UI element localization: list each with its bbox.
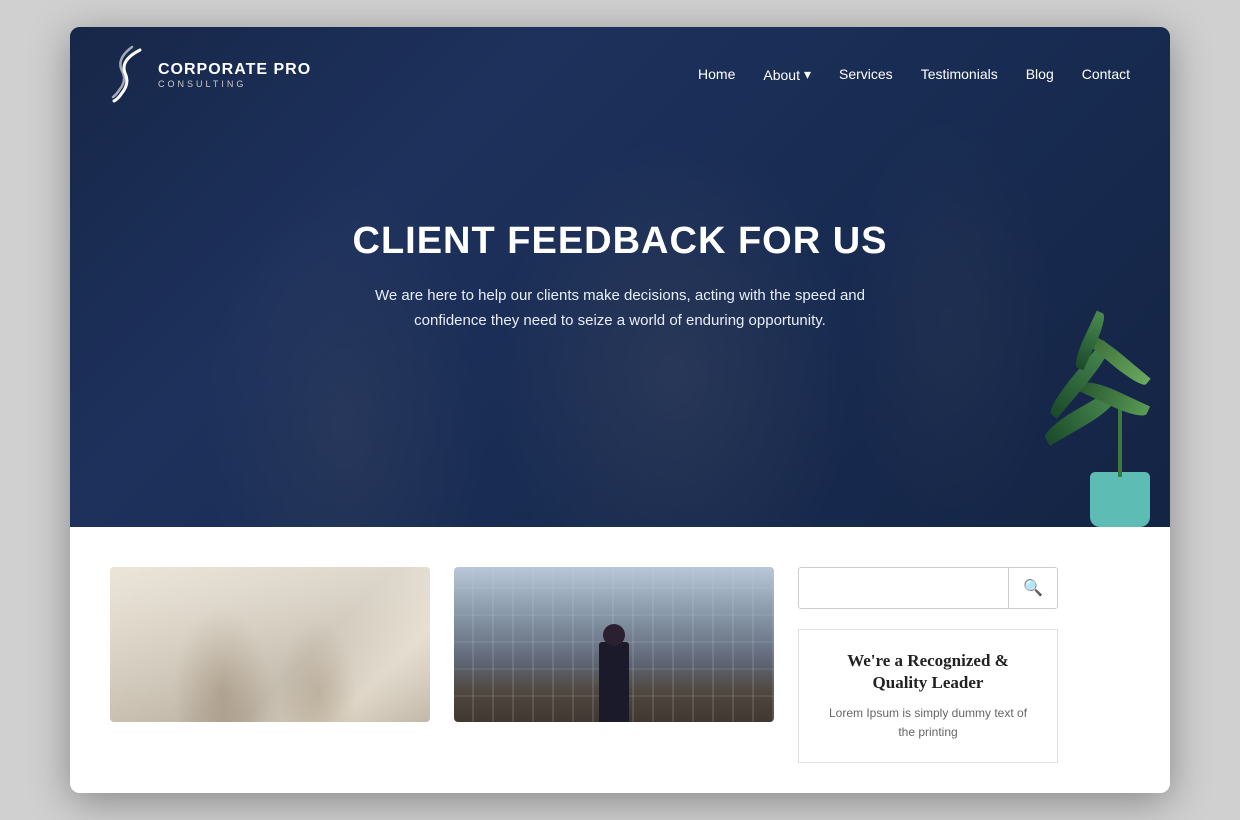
nav-testimonials[interactable]: Testimonials [921,66,998,84]
nav-home[interactable]: Home [698,66,735,84]
hero-subtitle: We are here to help our clients make dec… [270,283,970,334]
hero-content: CLIENT FEEDBACK FOR US We are here to he… [270,220,970,334]
search-input[interactable] [799,570,1008,606]
image-card-2 [454,567,774,722]
image-card-1 [110,567,430,722]
nav-blog[interactable]: Blog [1026,66,1054,84]
search-button[interactable]: 🔍 [1008,568,1057,608]
nav-contact[interactable]: Contact [1082,66,1130,84]
sidebar: 🔍 We're a Recognized & Quality Leader Lo… [798,567,1058,764]
plant-decoration [1010,247,1170,527]
quality-text: Lorem Ipsum is simply dummy text of the … [819,704,1037,742]
quality-card: We're a Recognized & Quality Leader Lore… [798,629,1058,764]
hero-section: CORPORATE PRO CONSULTING Home About ▾ Se… [70,27,1170,527]
browser-window: CORPORATE PRO CONSULTING Home About ▾ Se… [70,27,1170,794]
brand-sub: CONSULTING [158,79,311,89]
logo-icon [110,45,148,105]
nav-services[interactable]: Services [839,66,893,84]
person-silhouette [599,642,629,722]
navbar: CORPORATE PRO CONSULTING Home About ▾ Se… [70,27,1170,123]
nav-links: Home About ▾ Services Testimonials Blog … [698,66,1130,84]
brand-name: CORPORATE PRO [158,61,311,79]
search-box: 🔍 [798,567,1058,609]
chevron-down-icon: ▾ [804,66,811,83]
logo[interactable]: CORPORATE PRO CONSULTING [110,45,311,105]
bottom-section: 🔍 We're a Recognized & Quality Leader Lo… [70,527,1170,794]
logo-text: CORPORATE PRO CONSULTING [158,61,311,89]
plant-pot [1090,472,1150,527]
hero-title: CLIENT FEEDBACK FOR US [270,220,970,263]
quality-title: We're a Recognized & Quality Leader [819,650,1037,694]
search-icon: 🔍 [1023,580,1043,597]
nav-about[interactable]: About ▾ [763,66,811,83]
